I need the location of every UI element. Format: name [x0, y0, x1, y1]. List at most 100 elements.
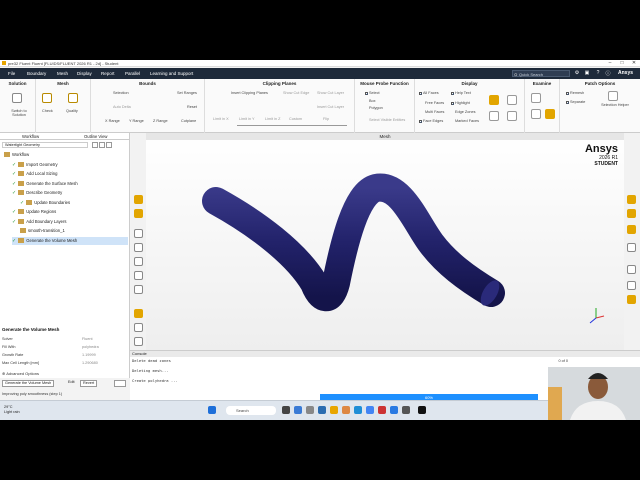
highlight-toggle[interactable]: ✓Highlight — [451, 101, 470, 105]
limit-y[interactable]: Limit in Y — [239, 117, 255, 121]
tree-item[interactable]: ✓ Update Boundaries — [20, 199, 70, 207]
app-icon-5[interactable] — [402, 406, 410, 414]
prop-solver[interactable]: Solver Fluent — [2, 337, 128, 343]
switch-to-solution-label[interactable]: Switch to Solution — [4, 109, 34, 117]
generate-volume-mesh-button[interactable]: Generate the Volume Mesh — [2, 380, 55, 387]
quality-icon[interactable] — [68, 93, 78, 103]
insert-cut-layer[interactable]: Insert Cut Layer — [317, 105, 344, 109]
app-icon-1[interactable] — [318, 406, 326, 414]
examine-mark-icon[interactable] — [545, 109, 555, 119]
menu-display[interactable]: Display — [77, 71, 92, 76]
menu-mesh[interactable]: Mesh — [57, 71, 68, 76]
menu-report[interactable]: Report — [101, 71, 115, 76]
tree-item[interactable]: ✓ Import Geometry — [12, 161, 58, 169]
report-icon[interactable] — [627, 281, 636, 290]
display-view-icon[interactable] — [489, 111, 499, 121]
all-faces-toggle[interactable]: ✓All Faces — [419, 91, 439, 95]
menu-file[interactable]: File — [8, 71, 15, 76]
prop-max-cell-length[interactable]: Max Cell Length [mm] 1.290680 — [2, 361, 128, 367]
tree-item[interactable]: ✓ Add Local Sizing — [12, 170, 57, 178]
clipping-slider[interactable] — [237, 125, 347, 126]
taskbar-search[interactable]: Search — [226, 406, 276, 415]
revert-button[interactable]: Revert — [80, 380, 98, 387]
app-icon-3[interactable] — [378, 406, 386, 414]
insert-clipping-planes[interactable]: Insert Clipping Planes — [231, 91, 268, 95]
axis-y-icon[interactable] — [134, 337, 143, 346]
face-edges-toggle[interactable]: ✓Face Edges — [419, 119, 443, 123]
widgets-icon[interactable] — [294, 406, 302, 414]
limit-x[interactable]: Limit in X — [213, 117, 229, 121]
tree-item[interactable]: ✓ Generate the Surface Mesh — [12, 180, 78, 188]
probe-select[interactable]: ✓Select — [365, 91, 380, 95]
select-visible-entities[interactable]: Select Visible Entities — [369, 118, 405, 122]
maximize-button[interactable]: □ — [616, 60, 628, 67]
check-mesh-icon[interactable] — [42, 93, 52, 103]
reset-button[interactable]: Reset — [187, 105, 197, 109]
pipe-mesh-geometry[interactable] — [146, 133, 624, 352]
set-ranges-button[interactable]: Set Ranges — [177, 91, 197, 95]
start-icon[interactable] — [208, 406, 216, 414]
multi-faces-toggle[interactable]: Multi Faces — [425, 110, 444, 114]
chrome-icon[interactable] — [366, 406, 374, 414]
show-cut-layer[interactable]: Show Cut Layer — [317, 91, 344, 95]
minimize-button[interactable]: – — [604, 60, 616, 67]
selection-helper-icon[interactable] — [608, 91, 618, 101]
workflow-tool-icons[interactable] — [92, 142, 126, 148]
more-button[interactable] — [114, 380, 126, 387]
tab-workflow[interactable]: Workflow — [22, 134, 39, 139]
fit-icon[interactable] — [134, 209, 143, 218]
menu-boundary[interactable]: Boundary — [27, 71, 46, 76]
taskview-icon[interactable] — [282, 406, 290, 414]
bounds-selection[interactable]: Selection — [113, 91, 129, 95]
examine-angle-icon[interactable] — [531, 109, 541, 119]
edit-button[interactable]: Edit — [66, 380, 77, 387]
rotate-icon[interactable] — [134, 243, 143, 252]
layout-icon[interactable]: ▣ — [583, 70, 591, 77]
zoom-box-icon[interactable] — [134, 271, 143, 280]
prop-growth-rate[interactable]: Growth Rate 1.19999 — [2, 353, 128, 359]
examine-icon[interactable] — [531, 93, 541, 103]
quality-button[interactable]: Quality — [66, 109, 78, 113]
light-icon[interactable] — [627, 225, 636, 234]
tree-item[interactable]: ✓ Describe Geometry — [12, 189, 62, 197]
marked-faces-toggle[interactable]: Marked Faces — [455, 119, 479, 123]
chart-icon[interactable] — [627, 265, 636, 274]
display-right-icon[interactable] — [627, 195, 636, 204]
pan-icon[interactable] — [134, 257, 143, 266]
play-icon[interactable] — [134, 309, 143, 318]
edge-icon[interactable] — [354, 406, 362, 414]
tree-item[interactable]: Workflow — [4, 151, 29, 159]
tree-item[interactable]: ✓ Generate the Volume Mesh — [12, 236, 128, 245]
pointer-icon[interactable] — [134, 229, 143, 238]
display-color-icon[interactable] — [489, 95, 499, 105]
probe-box[interactable]: Box — [369, 99, 376, 103]
edge-zones-toggle[interactable]: Edge Zones — [455, 110, 475, 114]
graphics-viewport[interactable]: Mesh Ansys 2026 R1 STUDENT — [146, 133, 624, 352]
custom[interactable]: Custom — [289, 117, 302, 121]
x-range[interactable]: X Range — [105, 119, 120, 123]
cutplane-button[interactable]: Cutplane — [181, 119, 196, 123]
axis-x-icon[interactable] — [134, 323, 143, 332]
settings-icon[interactable]: ⚙ — [573, 70, 581, 77]
weather-widget[interactable]: 29°C Light rain — [4, 405, 20, 415]
explorer-icon[interactable] — [306, 406, 314, 414]
flip[interactable]: Flip — [323, 117, 329, 121]
contour-icon[interactable] — [627, 209, 636, 218]
zoom-in-icon[interactable] — [134, 285, 143, 294]
menu-learning-support[interactable]: Learning and Support — [150, 71, 193, 76]
info-icon[interactable]: ⓘ — [604, 70, 612, 77]
close-button[interactable]: ✕ — [628, 60, 640, 67]
remesh-toggle[interactable]: ✓Remesh — [566, 91, 584, 95]
tree-item[interactable]: ✓ Update Regions — [12, 208, 56, 216]
separate-toggle[interactable]: ✓Separate — [566, 100, 585, 104]
check-button[interactable]: Check — [42, 109, 53, 113]
quick-search-input[interactable]: Quick Search — [512, 70, 570, 77]
help-icon[interactable]: ? — [594, 70, 602, 77]
y-range[interactable]: Y Range — [129, 119, 144, 123]
workflow-type-select[interactable]: Watertight Geometry — [2, 142, 88, 148]
selection-helper-button[interactable]: Selection Helper — [600, 103, 630, 107]
switch-to-solution-icon[interactable] — [12, 93, 22, 103]
zoom-icon[interactable] — [134, 195, 143, 204]
ansys-taskbar-icon[interactable] — [418, 406, 426, 414]
free-faces-toggle[interactable]: Free Faces — [425, 101, 444, 105]
